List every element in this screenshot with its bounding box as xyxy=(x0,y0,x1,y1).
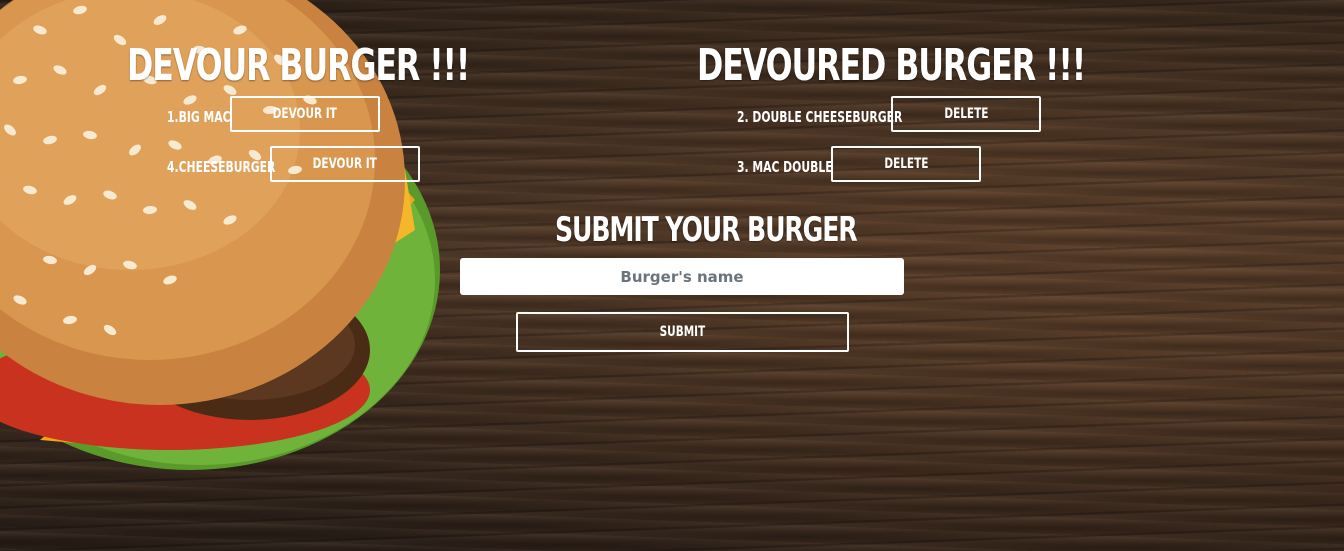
devour-it-button[interactable]: DEVOUR IT xyxy=(230,96,380,132)
burger-name: 2. DOUBLE CHEESEBURGER xyxy=(737,108,903,126)
delete-button[interactable]: DELETE xyxy=(831,146,981,182)
burger-name: 3. MAC DOUBLE xyxy=(737,158,833,176)
burger-name: 1.BIG MAC xyxy=(167,108,231,126)
submit-section-title: SUBMIT YOUR BURGER xyxy=(555,210,858,250)
submit-button[interactable]: SUBMIT xyxy=(516,312,849,352)
burger-name: 4.CHEESEBURGER xyxy=(167,158,276,176)
devour-it-button[interactable]: DEVOUR IT xyxy=(270,146,420,182)
devoured-section-title: DEVOURED BURGER !!! xyxy=(697,40,1086,91)
devour-section-title: DEVOUR BURGER !!! xyxy=(127,40,470,91)
burger-name-input[interactable] xyxy=(460,258,904,295)
delete-button[interactable]: DELETE xyxy=(891,96,1041,132)
